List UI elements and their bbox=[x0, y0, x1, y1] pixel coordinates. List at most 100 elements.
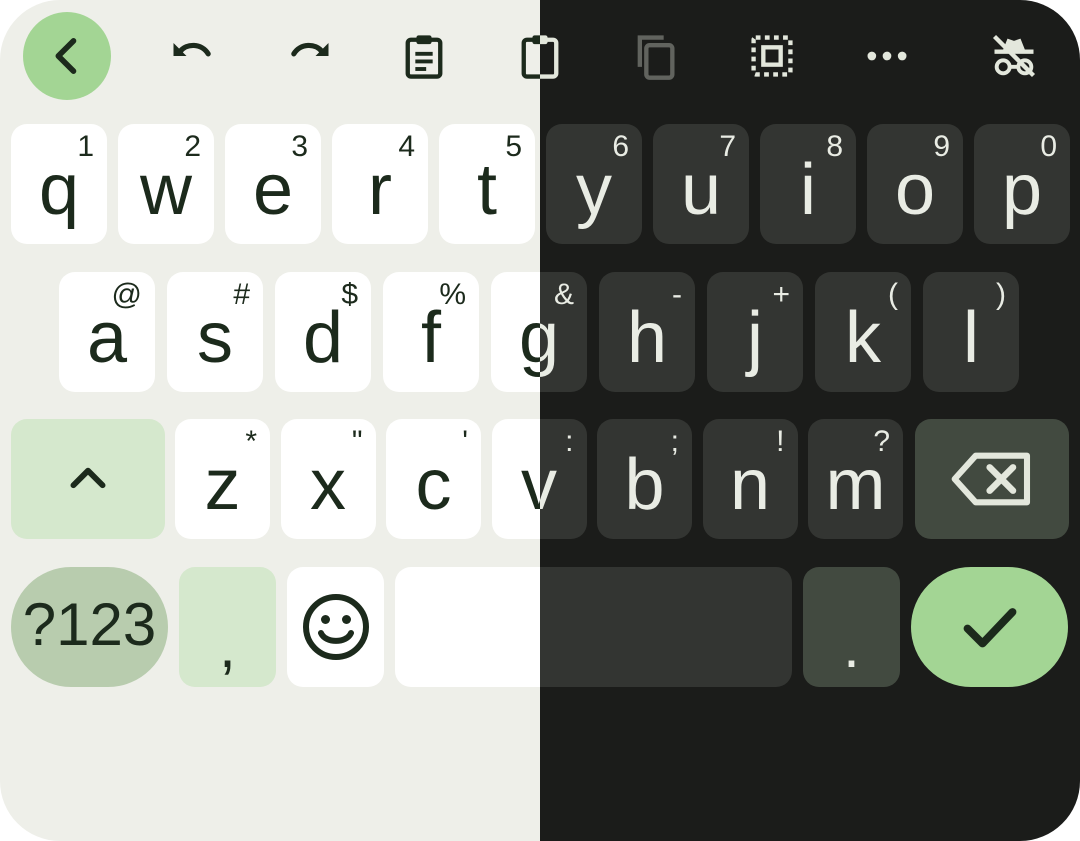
key-n[interactable]: n! bbox=[702, 419, 798, 539]
clipboard-icon bbox=[398, 30, 450, 82]
key-d[interactable]: d$ bbox=[275, 272, 371, 392]
key-hint: 2 bbox=[184, 130, 201, 163]
key-label: b bbox=[624, 445, 665, 525]
key-hint: ) bbox=[996, 278, 1006, 311]
enter-key[interactable] bbox=[911, 567, 1068, 687]
chevron-left-button[interactable] bbox=[23, 12, 111, 100]
key-hint: $ bbox=[341, 278, 358, 311]
key-hint: 4 bbox=[398, 130, 415, 163]
shift-icon bbox=[63, 454, 113, 504]
key-i[interactable]: i8 bbox=[760, 124, 856, 244]
redo-button[interactable] bbox=[265, 12, 353, 100]
period-key-label: . bbox=[843, 613, 860, 680]
key-j[interactable]: j+ bbox=[707, 272, 803, 392]
key-hint: ' bbox=[462, 425, 468, 458]
key-b[interactable]: b; bbox=[597, 419, 692, 539]
checkmark-icon bbox=[954, 591, 1026, 663]
key-label: x bbox=[310, 445, 346, 525]
key-hint: 3 bbox=[291, 130, 308, 163]
emoji-key[interactable] bbox=[287, 567, 384, 687]
key-w[interactable]: w2 bbox=[118, 124, 214, 244]
key-hint: + bbox=[772, 278, 790, 311]
key-label: n bbox=[729, 445, 771, 525]
key-hint: & bbox=[553, 278, 574, 311]
period-key[interactable]: . bbox=[803, 567, 900, 687]
key-y[interactable]: y6 bbox=[546, 124, 642, 244]
key-f[interactable]: f% bbox=[383, 272, 479, 392]
key-k[interactable]: k( bbox=[815, 272, 911, 392]
key-p[interactable]: p0 bbox=[974, 124, 1070, 244]
key-hint: 8 bbox=[826, 130, 843, 163]
key-label: a bbox=[86, 298, 128, 378]
key-label: r bbox=[368, 150, 392, 230]
key-h[interactable]: h- bbox=[599, 272, 695, 392]
keyboard: q1w2e3r4t5y6u7i8o9p0a@s#d$f%g&h-j+k(l)z*… bbox=[0, 0, 1080, 841]
key-label: u bbox=[680, 150, 722, 230]
key-o[interactable]: o9 bbox=[867, 124, 963, 244]
key-label: o bbox=[894, 150, 936, 230]
key-hint: # bbox=[233, 278, 250, 311]
undo-icon bbox=[167, 30, 219, 82]
key-hint: 9 bbox=[933, 130, 950, 163]
key-label: k bbox=[845, 298, 881, 378]
key-hint: ! bbox=[776, 425, 785, 458]
key-l[interactable]: l) bbox=[923, 272, 1019, 392]
key-s[interactable]: s# bbox=[167, 272, 263, 392]
key-label: h bbox=[626, 298, 668, 378]
key-t[interactable]: t5 bbox=[439, 124, 535, 244]
key-hint: 1 bbox=[77, 130, 94, 163]
key-label: p bbox=[1001, 150, 1043, 230]
key-hint: ; bbox=[670, 425, 679, 458]
copy-icon bbox=[629, 30, 681, 82]
key-label: w bbox=[140, 150, 192, 230]
key-label: i bbox=[800, 150, 816, 230]
key-hint: 7 bbox=[719, 130, 736, 163]
key-q[interactable]: q1 bbox=[11, 124, 107, 244]
undo-button[interactable] bbox=[149, 12, 237, 100]
shift-key[interactable] bbox=[11, 419, 165, 539]
copy-button[interactable] bbox=[611, 12, 699, 100]
key-hint: % bbox=[439, 278, 466, 311]
select-all-button[interactable] bbox=[728, 12, 816, 100]
symbols-key-label: ?123 bbox=[22, 591, 157, 658]
backspace-key[interactable] bbox=[915, 419, 1069, 539]
key-hint: 5 bbox=[505, 130, 522, 163]
incognito-off-button[interactable] bbox=[970, 12, 1058, 100]
key-label: t bbox=[476, 150, 497, 230]
key-hint: @ bbox=[111, 278, 142, 311]
key-u[interactable]: u7 bbox=[653, 124, 749, 244]
key-label: f bbox=[420, 298, 441, 378]
key-e[interactable]: e3 bbox=[225, 124, 321, 244]
chevron-left-icon bbox=[41, 30, 93, 82]
key-m[interactable]: m? bbox=[808, 419, 903, 539]
select-all-icon bbox=[746, 30, 798, 82]
key-c[interactable]: c' bbox=[386, 419, 481, 539]
key-label: c bbox=[415, 445, 452, 525]
more-icon bbox=[861, 30, 913, 82]
key-a[interactable]: a@ bbox=[59, 272, 155, 392]
backspace-icon bbox=[950, 450, 1034, 508]
more-button[interactable] bbox=[843, 12, 931, 100]
key-z[interactable]: z* bbox=[175, 419, 270, 539]
key-label: m bbox=[825, 445, 886, 525]
key-hint: 0 bbox=[1040, 130, 1057, 163]
key-r[interactable]: r4 bbox=[332, 124, 428, 244]
key-hint: ? bbox=[873, 425, 890, 458]
key-label: d bbox=[302, 298, 344, 378]
key-hint: 6 bbox=[612, 130, 629, 163]
key-label: s bbox=[197, 298, 233, 378]
key-label: q bbox=[38, 150, 80, 230]
key-x[interactable]: x" bbox=[280, 419, 376, 539]
key-label: l bbox=[963, 298, 979, 378]
comma-key-label: , bbox=[219, 613, 236, 680]
comma-key[interactable]: , bbox=[179, 567, 276, 687]
key-label: y bbox=[576, 150, 612, 230]
key-label: j bbox=[747, 298, 763, 378]
key-hint: - bbox=[672, 278, 682, 311]
key-label: z bbox=[204, 445, 241, 525]
clipboard-button[interactable] bbox=[380, 12, 468, 100]
key-label: e bbox=[252, 150, 294, 230]
redo-icon bbox=[283, 30, 335, 82]
symbols-key[interactable]: ?123 bbox=[11, 567, 168, 687]
key-hint: : bbox=[565, 425, 574, 458]
